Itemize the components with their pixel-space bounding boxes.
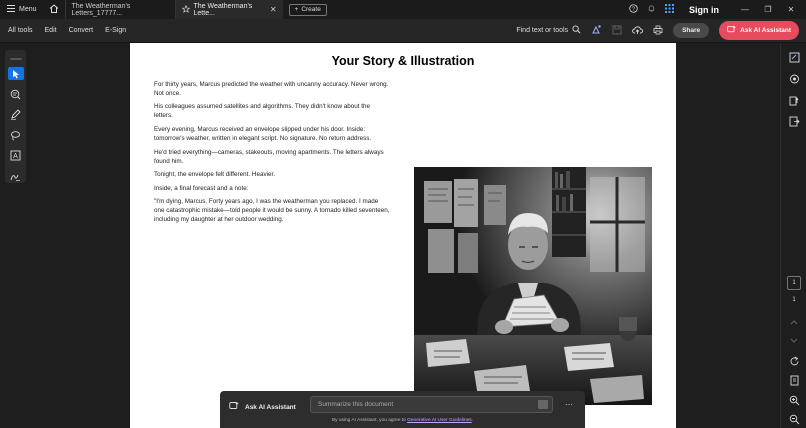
menu-convert[interactable]: Convert [63, 27, 100, 34]
signature-icon[interactable] [8, 169, 24, 183]
lasso-icon[interactable] [8, 128, 24, 142]
ai-disclaimer-end: . [471, 418, 474, 423]
text-box-icon[interactable]: A [8, 149, 24, 163]
page-thumbnail-icon[interactable] [788, 374, 800, 386]
paragraph-1: For thirty years, Marcus predicted the w… [154, 81, 389, 98]
menu-all-tools[interactable]: All tools [0, 27, 39, 34]
ai-assistant-icon [229, 401, 239, 413]
left-tool-rail: A [5, 50, 26, 183]
rail-grip[interactable] [9, 58, 22, 60]
paragraph-2: His colleagues assumed satellites and al… [154, 103, 371, 120]
ai-prompt-placeholder: Summarize this document [318, 401, 394, 408]
create-button[interactable]: + Create [288, 3, 327, 16]
help-icon[interactable]: ? [629, 4, 638, 15]
upload-cloud-icon[interactable] [632, 25, 644, 37]
minimize-icon[interactable]: — [738, 5, 752, 14]
ai-tools-icon[interactable] [591, 24, 602, 37]
rotate-icon[interactable] [788, 355, 800, 367]
tab-label: The Weatherman's Lette... [193, 2, 253, 17]
home-button[interactable] [43, 0, 65, 19]
home-icon [49, 4, 59, 15]
restore-icon[interactable]: ❐ [761, 5, 775, 14]
print-icon[interactable] [653, 25, 663, 37]
menu-edit[interactable]: Edit [39, 27, 63, 34]
find-text-or-tools[interactable]: Find text or tools [516, 25, 581, 36]
ai-guidelines-link[interactable]: Generative AI User Guidelines [407, 418, 472, 423]
story-illustration [414, 167, 652, 405]
pdf-page: Your Story & Illustration For thirty yea… [130, 43, 676, 428]
menu-button[interactable]: Menu [0, 0, 43, 19]
ai-prompt-input[interactable]: Summarize this document [310, 396, 553, 413]
ai-assistant-panel: Ask AI Assistant Summarize this document… [220, 391, 585, 428]
star-icon[interactable] [181, 4, 190, 15]
comment-icon[interactable] [8, 87, 24, 101]
plus-icon: + [294, 6, 299, 13]
notification-bell-icon[interactable] [647, 4, 656, 15]
total-pages: 1 [792, 297, 796, 303]
ai-disclaimer: By using AI Assistant, you agree to Gene… [220, 418, 585, 423]
create-label: Create [301, 6, 321, 13]
more-options-icon[interactable]: ⋯ [565, 400, 573, 409]
export-pdf-icon[interactable] [788, 115, 800, 127]
chevron-down-icon[interactable] [788, 335, 800, 347]
menu-e-sign[interactable]: E-Sign [99, 27, 132, 34]
right-rail: 1 1 [780, 43, 806, 428]
ask-ai-label: Ask AI Assistant [740, 27, 791, 34]
search-icon [572, 25, 581, 36]
ai-disclaimer-text: By using AI Assistant, you agree to [331, 418, 408, 423]
tab-label: The Weatherman's Letters_17777... [71, 2, 131, 17]
current-page-field[interactable]: 1 [787, 276, 801, 290]
paragraph-7: "I'm dying, Marcus. Forty years ago, I w… [154, 198, 390, 224]
chevron-up-icon[interactable] [788, 316, 800, 328]
ai-assistant-title: Ask AI Assistant [245, 403, 296, 411]
sign-in-button[interactable]: Sign in [689, 5, 719, 15]
svg-text:A: A [13, 153, 18, 160]
paragraph-3: Every evening, Marcus received an envelo… [154, 126, 372, 143]
ask-ai-assistant-button[interactable]: Ask AI Assistant [719, 21, 799, 40]
window-close-icon[interactable]: ✕ [784, 5, 798, 14]
hamburger-icon [7, 5, 15, 14]
send-icon[interactable] [538, 400, 548, 409]
paragraph-5: Tonight, the envelope felt different. He… [154, 171, 276, 178]
paragraph-4: He'd tried everything—cameras, stakeouts… [154, 149, 384, 166]
tab-bar: Menu The Weatherman's Letters_17777... T… [0, 0, 806, 19]
edit-pdf-icon[interactable] [788, 51, 800, 63]
main-toolbar: All tools Edit Convert E-Sign Find text … [0, 19, 806, 43]
find-label: Find text or tools [516, 27, 569, 34]
tab-document-2[interactable]: The Weatherman's Lette... ✕ [174, 0, 283, 19]
organize-pages-icon[interactable] [788, 94, 800, 106]
paragraph-6: Inside, a final forecast and a note: [154, 185, 249, 192]
ai-assistant-icon [727, 25, 737, 36]
menu-label: Menu [19, 6, 37, 13]
ai-assistant-header: Ask AI Assistant [229, 401, 296, 413]
apps-grid-icon[interactable] [665, 4, 674, 15]
zoom-out-icon[interactable] [788, 413, 800, 425]
tab-document-1[interactable]: The Weatherman's Letters_17777... [64, 0, 175, 19]
document-title: Your Story & Illustration [331, 54, 475, 68]
zoom-in-icon[interactable] [788, 394, 800, 406]
share-button[interactable]: Share [673, 23, 710, 38]
svg-text:?: ? [632, 7, 635, 13]
comments-panel-icon[interactable] [788, 73, 800, 85]
close-icon[interactable]: ✕ [270, 5, 277, 14]
save-icon[interactable] [612, 25, 622, 37]
pen-icon[interactable] [8, 108, 24, 122]
select-cursor-icon[interactable] [7, 66, 24, 81]
